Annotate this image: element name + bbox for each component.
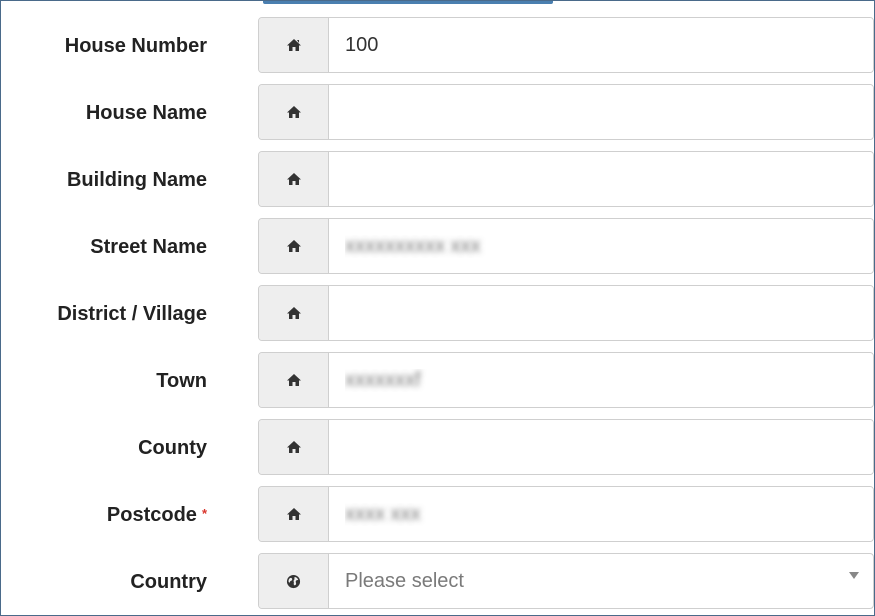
country-select-group[interactable]: Please select — [258, 553, 874, 609]
postcode-input-group — [258, 486, 874, 542]
panel-top-accent — [263, 1, 553, 4]
home-icon — [259, 420, 329, 474]
home-icon — [259, 487, 329, 541]
building-name-row: Building Name — [1, 151, 875, 209]
county-label: County — [138, 437, 207, 459]
required-marker: * — [201, 506, 207, 521]
town-input[interactable] — [329, 353, 873, 407]
town-label: Town — [156, 370, 207, 392]
town-row: Town — [1, 352, 875, 410]
address-form-panel: House Number House Name Building Name St… — [0, 0, 875, 616]
house-number-input-group — [258, 17, 874, 73]
house-number-label: House Number — [64, 35, 207, 57]
home-icon — [259, 85, 329, 139]
house-name-input[interactable] — [329, 85, 873, 139]
street-name-input[interactable] — [329, 219, 873, 273]
house-number-row: House Number — [1, 17, 875, 75]
country-row: Country Please select — [1, 553, 875, 611]
country-select[interactable]: Please select — [329, 554, 873, 608]
house-name-label: House Name — [85, 102, 207, 124]
house-name-row: House Name — [1, 84, 875, 142]
district-village-label: District / Village — [57, 303, 207, 325]
town-input-group — [258, 352, 874, 408]
postcode-label: Postcode — [106, 504, 197, 526]
building-name-label: Building Name — [66, 169, 207, 191]
chevron-down-icon[interactable] — [849, 572, 859, 579]
building-name-input[interactable] — [329, 152, 873, 206]
county-input-group — [258, 419, 874, 475]
county-input[interactable] — [329, 420, 873, 474]
county-row: County — [1, 419, 875, 477]
district-village-input[interactable] — [329, 286, 873, 340]
house-number-input[interactable] — [329, 18, 873, 72]
home-icon — [259, 152, 329, 206]
globe-icon — [259, 554, 329, 608]
district-village-input-group — [258, 285, 874, 341]
home-icon — [259, 219, 329, 273]
street-name-row: Street Name — [1, 218, 875, 276]
postcode-row: Postcode * — [1, 486, 875, 544]
postcode-input[interactable] — [329, 487, 873, 541]
building-name-input-group — [258, 151, 874, 207]
country-label: Country — [130, 571, 207, 593]
district-village-row: District / Village — [1, 285, 875, 343]
home-icon — [259, 353, 329, 407]
country-select-value: Please select — [345, 569, 464, 592]
house-name-input-group — [258, 84, 874, 140]
street-name-label: Street Name — [90, 236, 207, 258]
home-icon — [259, 286, 329, 340]
home-icon — [259, 18, 329, 72]
street-name-input-group — [258, 218, 874, 274]
postcode-label-wrap: Postcode * — [107, 486, 207, 544]
